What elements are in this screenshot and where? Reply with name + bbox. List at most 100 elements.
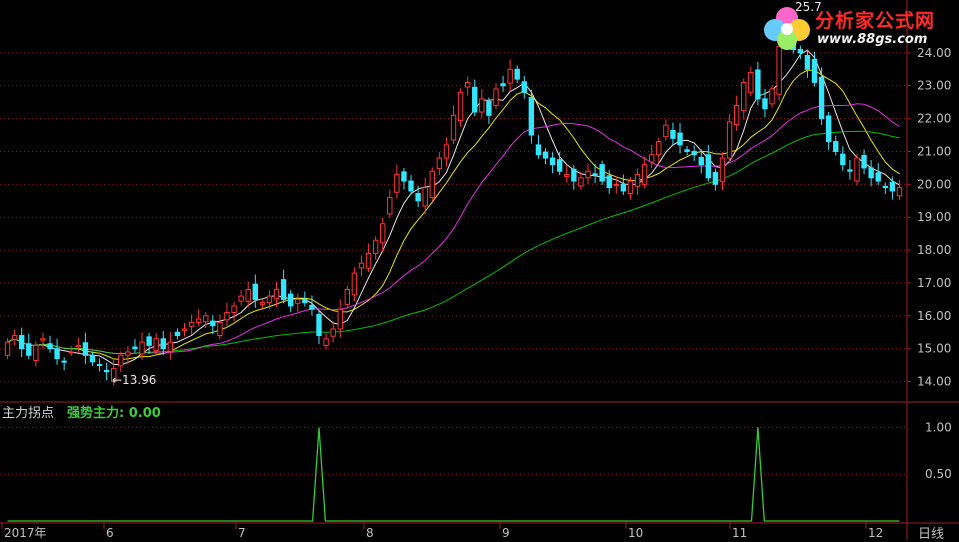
candle-up [259, 302, 266, 305]
candle-up [507, 68, 513, 84]
candle-down [762, 98, 768, 110]
price-tick-label: 17.00 [917, 276, 951, 290]
candle-up [224, 312, 230, 321]
candle-down [408, 180, 414, 192]
candle-up [627, 180, 634, 195]
candle-up [195, 318, 202, 323]
candle-down [486, 101, 492, 116]
candle-up [188, 321, 195, 327]
time-tick-label: 9 [502, 526, 510, 540]
candle-down [592, 173, 598, 176]
candle-up [125, 351, 131, 356]
candle-up [663, 124, 669, 138]
candle-up [295, 298, 301, 304]
candle-up [351, 272, 358, 296]
candle-up [436, 157, 443, 170]
indicator-grid: 0.50 1.00 [0, 420, 952, 481]
candle-down [705, 154, 712, 179]
period-label[interactable]: 日线 [918, 523, 944, 542]
candle-up [372, 239, 379, 254]
price-tick-label: 14.00 [917, 375, 951, 389]
candle-up [380, 223, 386, 244]
candle-down [61, 360, 67, 363]
candle-up [443, 144, 450, 159]
candle-down [287, 293, 294, 307]
signal-line [7, 427, 900, 522]
candle-down [542, 151, 549, 159]
indicator-tick-label: 1.00 [925, 420, 952, 434]
candle-up [585, 170, 591, 179]
candle-down [415, 193, 421, 202]
candle-up [266, 295, 273, 304]
candle-up [769, 88, 775, 105]
candle-up [613, 183, 620, 186]
price-tick-label: 21.00 [917, 144, 951, 158]
candle-up [641, 164, 648, 185]
candle-down [401, 171, 407, 182]
candle-up [217, 321, 223, 337]
site-logo: 分析家公式网 www.88gs.com [757, 2, 957, 54]
candle-up [387, 196, 393, 215]
ma5-line [7, 49, 900, 365]
time-tick-label: 10 [628, 526, 643, 540]
candle-down [712, 172, 719, 185]
candle-up [245, 289, 251, 302]
candle-up [578, 177, 584, 187]
candlestick-series[interactable] [4, 25, 903, 386]
candle-down [840, 153, 846, 166]
ma60-line [7, 130, 900, 355]
candle-down [174, 331, 181, 337]
price-tick-label: 15.00 [917, 342, 951, 356]
candle-down [82, 342, 89, 356]
moving-average-lines [7, 49, 900, 365]
candle-up [656, 141, 662, 156]
candle-up [344, 289, 351, 305]
candle-down [698, 156, 704, 166]
candle-down [755, 69, 761, 100]
candle-up [337, 308, 343, 330]
candle-up [40, 338, 46, 341]
candle-up [273, 289, 280, 300]
candle-down [514, 68, 520, 80]
candle-down [252, 283, 258, 300]
candle-up [457, 91, 464, 122]
candle-down [811, 58, 818, 83]
stock-chart-canvas[interactable]: 2017年 6 7 8 9 10 11 12 14.00 15.00 16.00 17.00 18.0… [0, 0, 959, 540]
price-tick-label: 19.00 [917, 210, 951, 224]
candle-down [210, 320, 216, 327]
indicator-tick-label: 0.50 [925, 467, 952, 481]
candle-up [33, 344, 39, 362]
price-tick-label: 23.00 [917, 79, 951, 93]
candle-up [4, 341, 11, 356]
candle-down [818, 76, 825, 120]
candle-up [748, 72, 754, 93]
candle-up [238, 295, 244, 302]
candle-down [500, 83, 506, 87]
candle-up [719, 157, 726, 183]
candle-down [882, 185, 888, 189]
candle-down [684, 149, 690, 152]
candle-down [309, 304, 315, 310]
candle-down [670, 129, 676, 139]
candle-down [677, 132, 683, 146]
time-tick-label: 11 [732, 526, 747, 540]
candle-up [139, 341, 145, 355]
candle-up [634, 173, 641, 187]
candle-down [868, 167, 874, 179]
candle-down [571, 168, 577, 182]
candle-up [330, 328, 336, 337]
candle-down [132, 346, 138, 350]
price-tick-label: 22.00 [917, 112, 951, 126]
candle-up [479, 98, 485, 113]
candle-down [472, 86, 478, 113]
candle-up [365, 252, 372, 269]
candle-up [68, 351, 74, 354]
candle-up [564, 173, 570, 177]
candle-down [549, 157, 556, 166]
candle-down [804, 54, 811, 70]
price-tick-label: 18.00 [917, 243, 951, 257]
flower-logo-icon [764, 7, 810, 50]
candle-up [231, 305, 237, 314]
time-tick-label: 12 [868, 526, 883, 540]
candle-up [153, 338, 159, 351]
